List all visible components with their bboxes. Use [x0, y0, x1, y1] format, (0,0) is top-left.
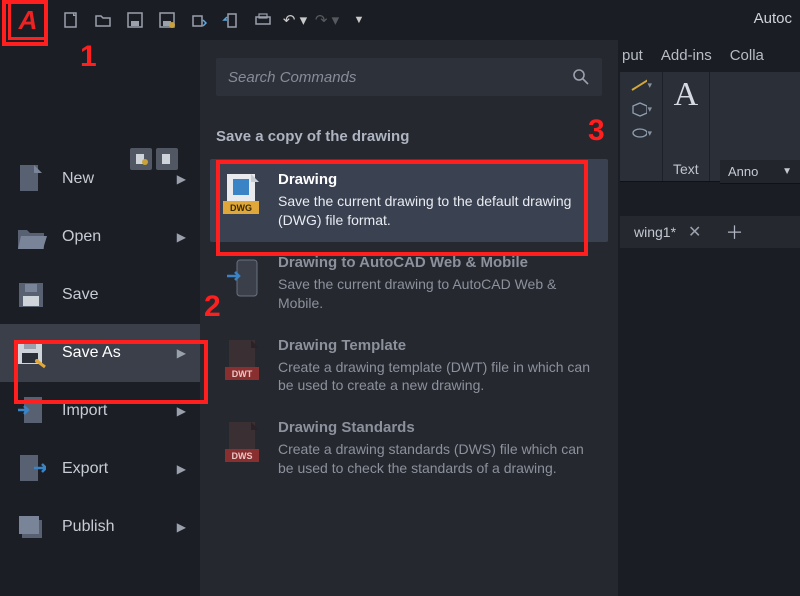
menu-open[interactable]: Open ▶ — [0, 208, 200, 266]
app-title-fragment: Autoc — [754, 10, 792, 27]
sub-item-title: Drawing Template — [278, 337, 596, 354]
ribbon-tabs: put Add-ins Colla — [618, 40, 800, 70]
close-icon[interactable]: ✕ — [688, 222, 701, 242]
chevron-right-icon: ▶ — [177, 230, 186, 244]
app-logo[interactable]: A — [8, 0, 48, 40]
plot-icon[interactable] — [250, 7, 276, 33]
saveas-icon[interactable] — [154, 7, 180, 33]
dws-file-icon: DWS — [222, 419, 264, 467]
menu-new[interactable]: New ▶ — [0, 150, 200, 208]
menu-export[interactable]: Export ▶ — [0, 440, 200, 498]
svg-text:DWT: DWT — [232, 369, 253, 379]
floppy-saveas-icon — [14, 336, 48, 370]
application-menu: New ▶ Open ▶ Save Save As ▶ Import ▶ Exp… — [0, 40, 618, 596]
save-icon[interactable] — [122, 7, 148, 33]
open-folder-icon[interactable] — [90, 7, 116, 33]
tab-collaborate[interactable]: Colla — [730, 47, 764, 64]
sub-item-desc: Save the current drawing to the default … — [278, 192, 596, 230]
menu-label: New — [62, 170, 94, 188]
undo-icon[interactable]: ↶ ▾ — [282, 7, 308, 33]
svg-text:DWS: DWS — [232, 451, 253, 461]
new-icon[interactable] — [58, 7, 84, 33]
text-tool-icon[interactable]: A — [674, 76, 699, 114]
dwt-file-icon: DWT — [222, 337, 264, 385]
menu-label: Open — [62, 228, 101, 246]
tab-output[interactable]: put — [622, 47, 643, 64]
search-commands-input[interactable]: Search Commands — [216, 58, 602, 96]
sub-item-desc: Save the current drawing to AutoCAD Web … — [278, 275, 596, 313]
app-menu-left: New ▶ Open ▶ Save Save As ▶ Import ▶ Exp… — [0, 40, 200, 596]
search-icon — [572, 68, 590, 86]
chevron-right-icon: ▶ — [177, 404, 186, 418]
submenu-list: DWG Drawing Save the current drawing to … — [200, 159, 618, 500]
menu-label: Save As — [62, 344, 121, 362]
menu-save[interactable]: Save — [0, 266, 200, 324]
tab-addins[interactable]: Add-ins — [661, 47, 712, 64]
ribbon-panel-title[interactable]: Anno▼ — [720, 160, 800, 184]
import-icon — [14, 394, 48, 428]
menu-label: Import — [62, 402, 107, 420]
saveas-template[interactable]: DWT Drawing Template Create a drawing te… — [210, 325, 608, 408]
box-tool-icon[interactable]: ▾ — [630, 100, 652, 118]
document-tab[interactable]: wing1* ✕ — [626, 218, 709, 246]
chevron-right-icon: ▶ — [177, 462, 186, 476]
publish-icon — [14, 510, 48, 544]
export-icon — [14, 452, 48, 486]
sub-item-desc: Create a drawing template (DWT) file in … — [278, 358, 596, 396]
menu-label: Publish — [62, 518, 114, 536]
folder-open-icon — [14, 220, 48, 254]
sub-item-title: Drawing Standards — [278, 419, 596, 436]
chevron-right-icon: ▶ — [177, 172, 186, 186]
floppy-save-icon — [14, 278, 48, 312]
menu-saveas[interactable]: Save As ▶ — [0, 324, 200, 382]
sub-item-desc: Create a drawing standards (DWS) file wh… — [278, 440, 596, 478]
saveas-standards[interactable]: DWS Drawing Standards Create a drawing s… — [210, 407, 608, 490]
chevron-right-icon: ▶ — [177, 346, 186, 360]
document-tabs: wing1* ✕ ＋ — [620, 216, 800, 248]
mobile-icon — [222, 254, 264, 302]
menu-label: Save — [62, 286, 98, 304]
line-tool-icon[interactable]: ▾ — [630, 76, 652, 94]
saveas-web-mobile[interactable]: Drawing to AutoCAD Web & Mobile Save the… — [210, 242, 608, 325]
quick-access-toolbar: A ↶ ▾ ↷ ▾ ▼ — [0, 0, 800, 40]
app-menu-right: Search Commands Save a copy of the drawi… — [200, 40, 618, 596]
menu-import[interactable]: Import ▶ — [0, 382, 200, 440]
sub-item-title: Drawing to AutoCAD Web & Mobile — [278, 254, 596, 271]
redo-icon[interactable]: ↷ ▾ — [314, 7, 340, 33]
menu-publish[interactable]: Publish ▶ — [0, 498, 200, 556]
new-tab-button[interactable]: ＋ — [717, 219, 751, 245]
chevron-right-icon: ▶ — [177, 520, 186, 534]
text-tool-label: Text — [673, 161, 699, 177]
dwg-file-icon: DWG — [222, 171, 264, 219]
file-new-icon — [14, 162, 48, 196]
submenu-header: Save a copy of the drawing — [216, 128, 602, 145]
cloud-save-icon[interactable] — [186, 7, 212, 33]
saveas-drawing[interactable]: DWG Drawing Save the current drawing to … — [210, 159, 608, 242]
cloud-open-icon[interactable] — [218, 7, 244, 33]
qat-dropdown-icon[interactable]: ▼ — [346, 7, 372, 33]
sub-item-title: Drawing — [278, 171, 596, 188]
menu-label: Export — [62, 460, 108, 478]
document-tab-label: wing1* — [634, 224, 676, 240]
svg-text:DWG: DWG — [230, 203, 252, 213]
section-tool-icon[interactable]: ▾ — [630, 124, 652, 142]
search-placeholder: Search Commands — [228, 69, 356, 86]
